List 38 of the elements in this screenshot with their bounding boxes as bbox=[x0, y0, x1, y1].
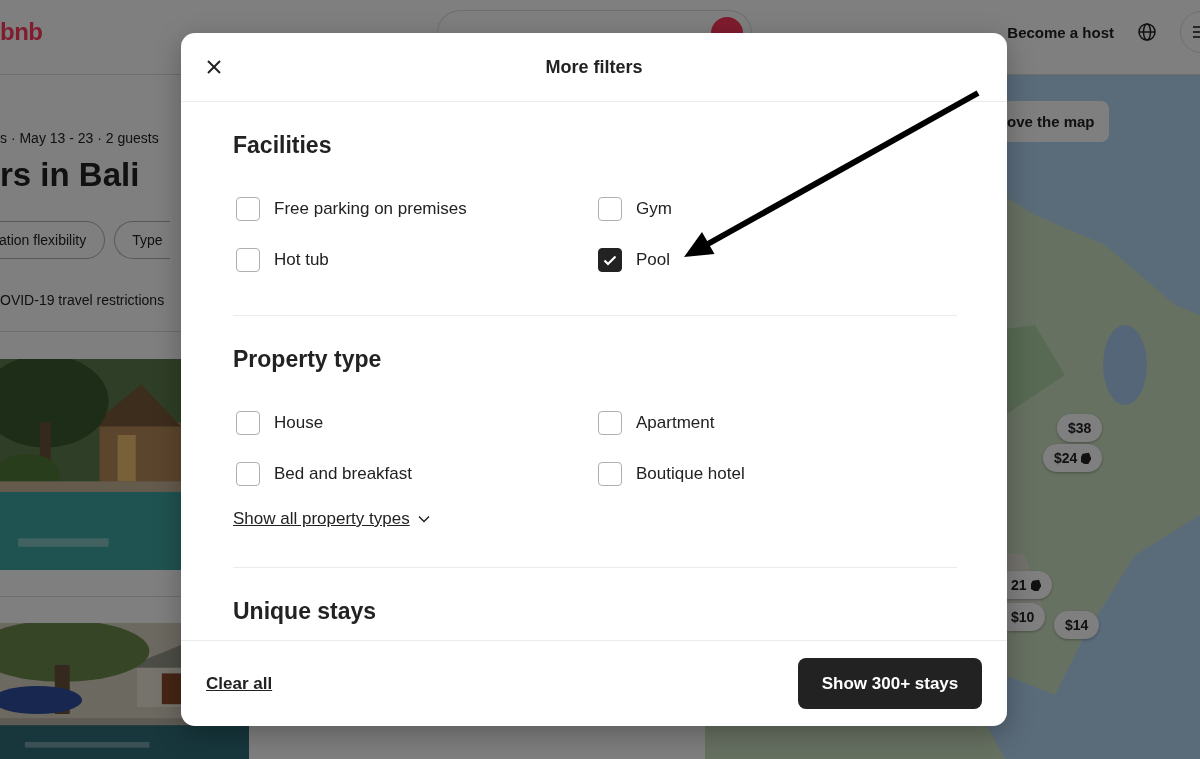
section-heading: Unique stays bbox=[233, 597, 378, 625]
checkbox[interactable] bbox=[236, 411, 260, 435]
section-heading: Property type bbox=[233, 345, 383, 373]
show-all-link[interactable]: Show all property types bbox=[233, 509, 430, 529]
checkbox[interactable] bbox=[598, 248, 622, 272]
option-label[interactable]: Hot tub bbox=[274, 250, 329, 270]
checkmark-icon bbox=[603, 254, 617, 266]
search-button[interactable] bbox=[711, 17, 743, 33]
price-pin[interactable]: $10 bbox=[1007, 603, 1046, 631]
filter-chip[interactable]: ation flexibility bbox=[0, 221, 106, 259]
option-label[interactable]: Free parking on premises bbox=[274, 199, 467, 219]
option-label[interactable]: House bbox=[274, 413, 324, 433]
filter-chip[interactable]: Type bbox=[114, 221, 171, 259]
globe-icon[interactable] bbox=[1138, 23, 1156, 41]
travel-notice: OVID-19 travel restrictions bbox=[0, 291, 165, 310]
price-pin[interactable]: 21 bbox=[1007, 571, 1052, 599]
checkbox[interactable] bbox=[236, 462, 260, 486]
show-stays-button[interactable]: Show 300+ stays bbox=[798, 658, 982, 709]
option-label[interactable]: Gym bbox=[636, 199, 672, 219]
checkbox[interactable] bbox=[598, 197, 622, 221]
option-label[interactable]: Pool bbox=[636, 250, 671, 270]
search-summary: s · May 13 - 23 · 2 guests bbox=[0, 129, 159, 148]
checkbox[interactable] bbox=[236, 248, 260, 272]
map-move-toggle[interactable]: ove the map bbox=[1007, 101, 1109, 142]
chevron-down-icon bbox=[417, 515, 430, 523]
section-heading: Facilities bbox=[233, 131, 333, 159]
option-label[interactable]: Boutique hotel bbox=[636, 464, 745, 484]
checkbox[interactable] bbox=[236, 197, 260, 221]
checkbox[interactable] bbox=[598, 411, 622, 435]
option-label[interactable]: Apartment bbox=[636, 413, 715, 433]
price-pin[interactable]: $24 bbox=[1043, 444, 1103, 472]
page-title: rs in Bali bbox=[0, 155, 140, 195]
checkbox[interactable] bbox=[598, 462, 622, 486]
clear-all-link[interactable]: Clear all bbox=[206, 673, 273, 694]
close-icon[interactable] bbox=[207, 60, 221, 74]
option-label[interactable]: Bed and breakfast bbox=[274, 464, 412, 484]
modal-title: More filters bbox=[544, 56, 644, 78]
become-host-link[interactable]: Become a host bbox=[1007, 23, 1114, 41]
